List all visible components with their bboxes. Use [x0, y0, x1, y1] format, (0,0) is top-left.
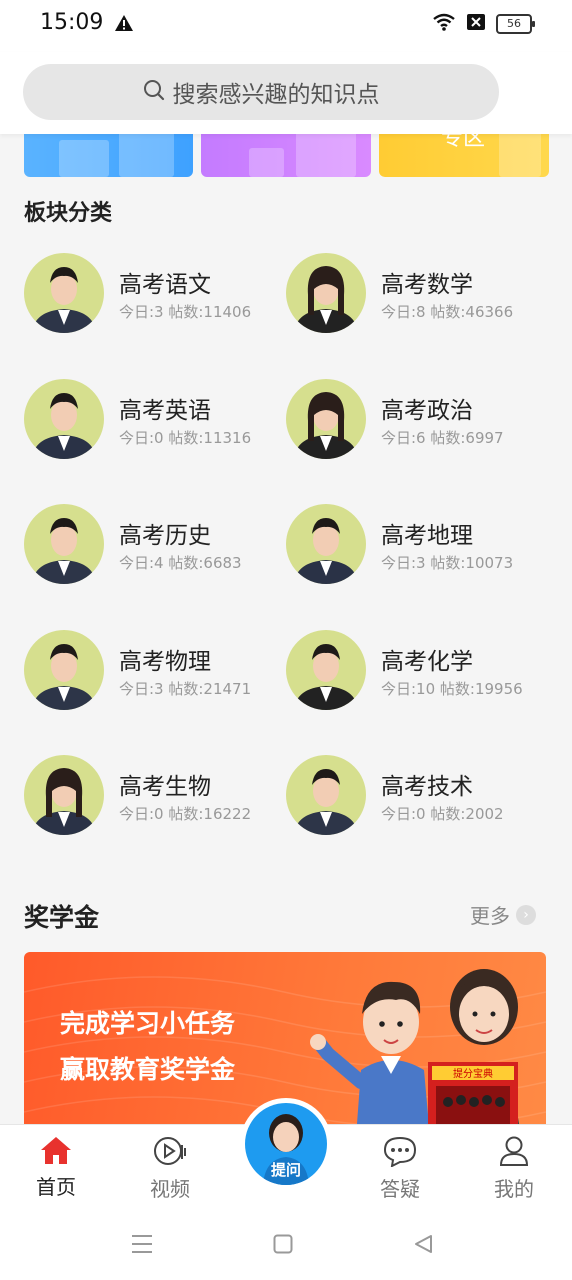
subject-card[interactable]: 高考化学今日:10 帖数:19956	[286, 629, 546, 714]
tab-qa[interactable]: 答疑	[360, 1135, 440, 1202]
menu-icon[interactable]	[131, 1234, 153, 1258]
subject-stats: 今日:8 帖数:46366	[381, 303, 514, 321]
ask-button-label: 提问	[270, 1161, 301, 1179]
home-icon	[39, 1137, 73, 1169]
no-sim-icon	[466, 13, 486, 35]
subject-name: 高考语文	[119, 272, 211, 298]
teacher-avatar	[286, 629, 366, 710]
subject-card[interactable]: 高考数学今日:8 帖数:46366	[286, 253, 546, 337]
section-title-scholarship: 奖学金	[24, 903, 100, 932]
subject-stats: 今日:6 帖数:6997	[381, 428, 504, 447]
cartoon-students-illustration: 提分宝典	[310, 969, 521, 1137]
system-nav-bar	[0, 1210, 572, 1280]
subject-stats: 今日:4 帖数:6683	[119, 554, 242, 572]
subject-name: 高考物理	[119, 648, 211, 675]
section-title-categories: 板块分类	[24, 201, 113, 226]
tab-home-label: 首页	[36, 1175, 76, 1199]
teacher-avatar	[24, 629, 104, 710]
chevron-right-icon: ›	[516, 904, 536, 925]
subject-card[interactable]: 高考物理今日:3 帖数:21471	[24, 629, 284, 714]
subject-card[interactable]: 高考语文今日:3 帖数:11406	[24, 253, 284, 337]
ask-button[interactable]: 提问	[245, 1103, 327, 1185]
teacher-avatar	[24, 253, 104, 333]
book-title: 提分宝典	[453, 1067, 493, 1080]
tab-mine-label: 我的	[494, 1177, 534, 1201]
chat-bubble-icon	[382, 1136, 418, 1171]
warning-icon	[114, 14, 134, 36]
subject-name: 高考历史	[119, 523, 211, 549]
more-button[interactable]: 更多 ›	[470, 900, 536, 929]
subject-stats: 今日:3 帖数:11406	[119, 303, 252, 321]
teacher-avatar	[24, 378, 104, 459]
home-square-icon[interactable]	[273, 1234, 293, 1258]
subject-card[interactable]: 高考地理今日:3 帖数:10073	[286, 504, 546, 588]
user-profile-icon	[498, 1136, 530, 1171]
search-placeholder: 搜索感兴趣的知识点	[172, 82, 380, 108]
subject-card[interactable]: 高考英语今日:0 帖数:11316	[24, 378, 284, 463]
search-header: 搜索感兴趣的知识点	[0, 52, 572, 134]
subject-stats: 今日:3 帖数:10073	[381, 554, 514, 572]
subject-card[interactable]: 高考政治今日:6 帖数:6997	[286, 378, 546, 463]
teacher-avatar	[24, 755, 104, 835]
status-bar: 15:09 56	[0, 0, 572, 52]
subject-card[interactable]: 高考技术今日:0 帖数:2002	[286, 755, 546, 839]
teacher-avatar	[24, 504, 104, 584]
subject-name: 高考政治	[381, 397, 473, 424]
subject-stats: 今日:10 帖数:19956	[381, 679, 523, 698]
subject-name: 高考化学	[381, 648, 473, 675]
more-label: 更多	[470, 904, 510, 928]
teacher-avatar	[286, 253, 366, 333]
back-triangle-icon[interactable]	[413, 1234, 433, 1258]
video-play-icon	[153, 1137, 187, 1171]
subject-card[interactable]: 高考历史今日:4 帖数:6683	[24, 504, 284, 588]
tab-qa-label: 答疑	[380, 1177, 420, 1201]
tab-video-label: 视频	[150, 1177, 190, 1201]
subject-stats: 今日:0 帖数:2002	[381, 805, 504, 823]
subject-name: 高考英语	[119, 397, 211, 424]
search-bar[interactable]: 搜索感兴趣的知识点	[23, 64, 499, 120]
tab-video[interactable]: 视频	[130, 1135, 210, 1202]
subject-name: 高考技术	[381, 774, 473, 800]
subject-stats: 今日:0 帖数:16222	[119, 805, 252, 823]
tab-mine[interactable]: 我的	[474, 1135, 554, 1202]
status-time: 15:09	[40, 10, 104, 35]
banner-line-1: 完成学习小任务	[60, 1009, 236, 1038]
teacher-avatar	[286, 378, 366, 459]
search-icon	[143, 79, 165, 105]
teacher-avatar	[286, 504, 366, 584]
wifi-icon	[432, 13, 456, 35]
teacher-avatar	[286, 755, 366, 835]
subject-stats: 今日:0 帖数:11316	[119, 428, 252, 447]
subject-name: 高考生物	[119, 774, 211, 800]
subject-name: 高考地理	[381, 523, 473, 549]
tab-home[interactable]: 首页	[16, 1135, 96, 1200]
subject-stats: 今日:3 帖数:21471	[119, 679, 252, 698]
banner-line-2: 赢取教育奖学金	[60, 1055, 236, 1084]
subject-name: 高考数学	[381, 272, 473, 298]
battery-icon: 56	[496, 14, 535, 34]
subject-card[interactable]: 高考生物今日:0 帖数:16222	[24, 755, 284, 839]
